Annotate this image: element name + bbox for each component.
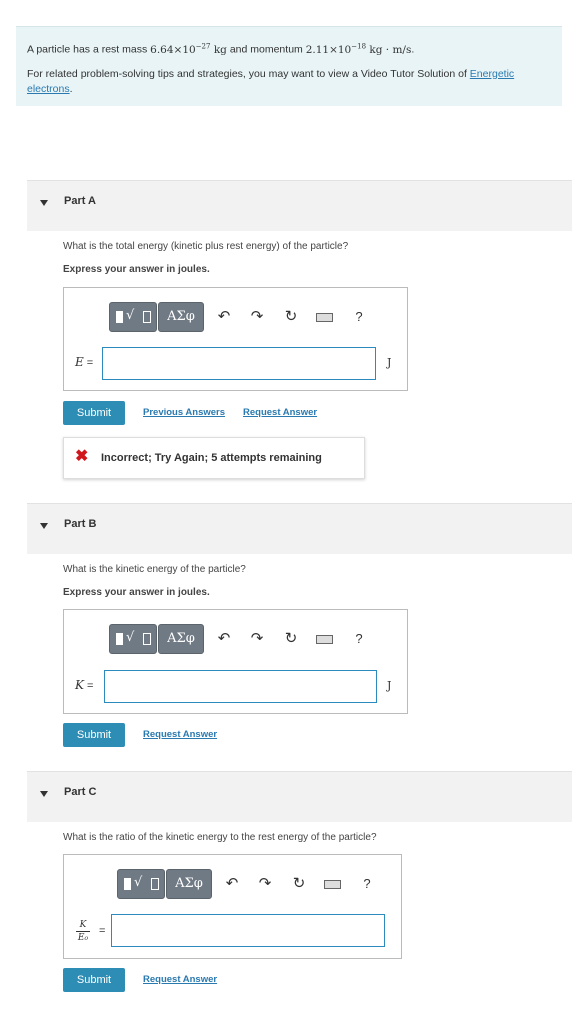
template-box-icon [143, 311, 151, 323]
part-b-answer-box: √ ΑΣφ ↶ ↷ ↻ ? K = J [63, 609, 408, 714]
redo-icon[interactable]: ↷ [247, 624, 267, 654]
intro-text: A particle has a rest mass [27, 43, 151, 56]
variable-k-label: K = [75, 678, 94, 692]
part-c-submit-button[interactable]: Submit [63, 968, 125, 992]
ratio-fraction-label: K E₀ [76, 920, 90, 943]
part-b-request-answer-link[interactable]: Request Answer [143, 729, 217, 740]
part-a-answer-input[interactable] [102, 347, 376, 380]
template-square-icon [116, 633, 123, 645]
part-a-header[interactable]: Part A [27, 180, 572, 231]
equals-sign: = [99, 925, 106, 937]
part-c-question: What is the ratio of the kinetic energy … [63, 832, 377, 843]
part-a-label: Part A [64, 195, 96, 207]
problem-statement: A particle has a rest mass 6.64×10−27 kg… [16, 26, 562, 106]
part-b-submit-button[interactable]: Submit [63, 723, 125, 747]
help-icon[interactable]: ? [349, 302, 369, 332]
collapse-triangle-icon[interactable] [40, 791, 48, 797]
collapse-triangle-icon[interactable] [40, 200, 48, 206]
reset-icon[interactable]: ↻ [289, 869, 309, 899]
part-a-question: What is the total energy (kinetic plus r… [63, 241, 349, 252]
feedback-box: ✖ Incorrect; Try Again; 5 attempts remai… [63, 437, 365, 479]
greek-symbols-button[interactable]: ΑΣφ [166, 869, 212, 899]
tips-text: For related problem-solving tips and str… [27, 67, 515, 95]
undo-icon[interactable]: ↶ [222, 869, 242, 899]
undo-icon[interactable]: ↶ [214, 624, 234, 654]
part-b-question: What is the kinetic energy of the partic… [63, 564, 246, 575]
part-b-instructions: Express your answer in joules. [63, 587, 210, 598]
templates-button[interactable]: √ [109, 624, 157, 654]
reset-icon[interactable]: ↻ [281, 624, 301, 654]
part-a-request-answer-link[interactable]: Request Answer [243, 407, 317, 418]
radical-icon: √ [126, 308, 135, 323]
redo-icon[interactable]: ↷ [255, 869, 275, 899]
part-c-answer-box: √ ΑΣφ ↶ ↷ ↻ ? K E₀ = [63, 854, 402, 959]
part-b-header[interactable]: Part B [27, 503, 572, 554]
unit-label: J [387, 679, 392, 692]
help-icon[interactable]: ? [357, 869, 377, 899]
template-square-icon [124, 878, 131, 890]
collapse-triangle-icon[interactable] [40, 523, 48, 529]
part-a-answer-box: √ ΑΣφ ↶ ↷ ↻ ? E = J [63, 287, 408, 391]
incorrect-icon: ✖ [75, 448, 89, 465]
keyboard-icon[interactable] [324, 880, 341, 889]
greek-symbols-button[interactable]: ΑΣφ [158, 302, 204, 332]
part-a-instructions: Express your answer in joules. [63, 264, 210, 275]
help-icon[interactable]: ? [349, 624, 369, 654]
templates-button[interactable]: √ [109, 302, 157, 332]
keyboard-icon[interactable] [316, 635, 333, 644]
radical-icon: √ [134, 875, 143, 890]
keyboard-icon[interactable] [316, 313, 333, 322]
problem-text: A particle has a rest mass 6.64×10−27 kg… [27, 42, 415, 56]
template-box-icon [143, 633, 151, 645]
mass-value: 6.64×10−27 kg [150, 42, 227, 56]
template-square-icon [116, 311, 123, 323]
intro-text-mid: and momentum [226, 43, 306, 56]
previous-answers-link[interactable]: Previous Answers [143, 407, 225, 418]
momentum-value: 2.11×10−18 kg · m/s [305, 42, 412, 56]
undo-icon[interactable]: ↶ [214, 302, 234, 332]
part-c-label: Part C [64, 786, 97, 798]
variable-e-label: E = [75, 355, 94, 369]
feedback-message: Incorrect; Try Again; 5 attempts remaini… [101, 452, 322, 464]
part-c-request-answer-link[interactable]: Request Answer [143, 974, 217, 985]
reset-icon[interactable]: ↻ [281, 302, 301, 332]
greek-symbols-button[interactable]: ΑΣφ [158, 624, 204, 654]
unit-label: J [387, 356, 392, 369]
part-c-header[interactable]: Part C [27, 771, 572, 822]
part-c-answer-input[interactable] [111, 914, 385, 947]
redo-icon[interactable]: ↷ [247, 302, 267, 332]
radical-icon: √ [126, 630, 135, 645]
part-a-submit-button[interactable]: Submit [63, 401, 125, 425]
template-box-icon [151, 878, 159, 890]
part-b-answer-input[interactable] [104, 670, 377, 703]
part-b-label: Part B [64, 518, 97, 530]
templates-button[interactable]: √ [117, 869, 165, 899]
